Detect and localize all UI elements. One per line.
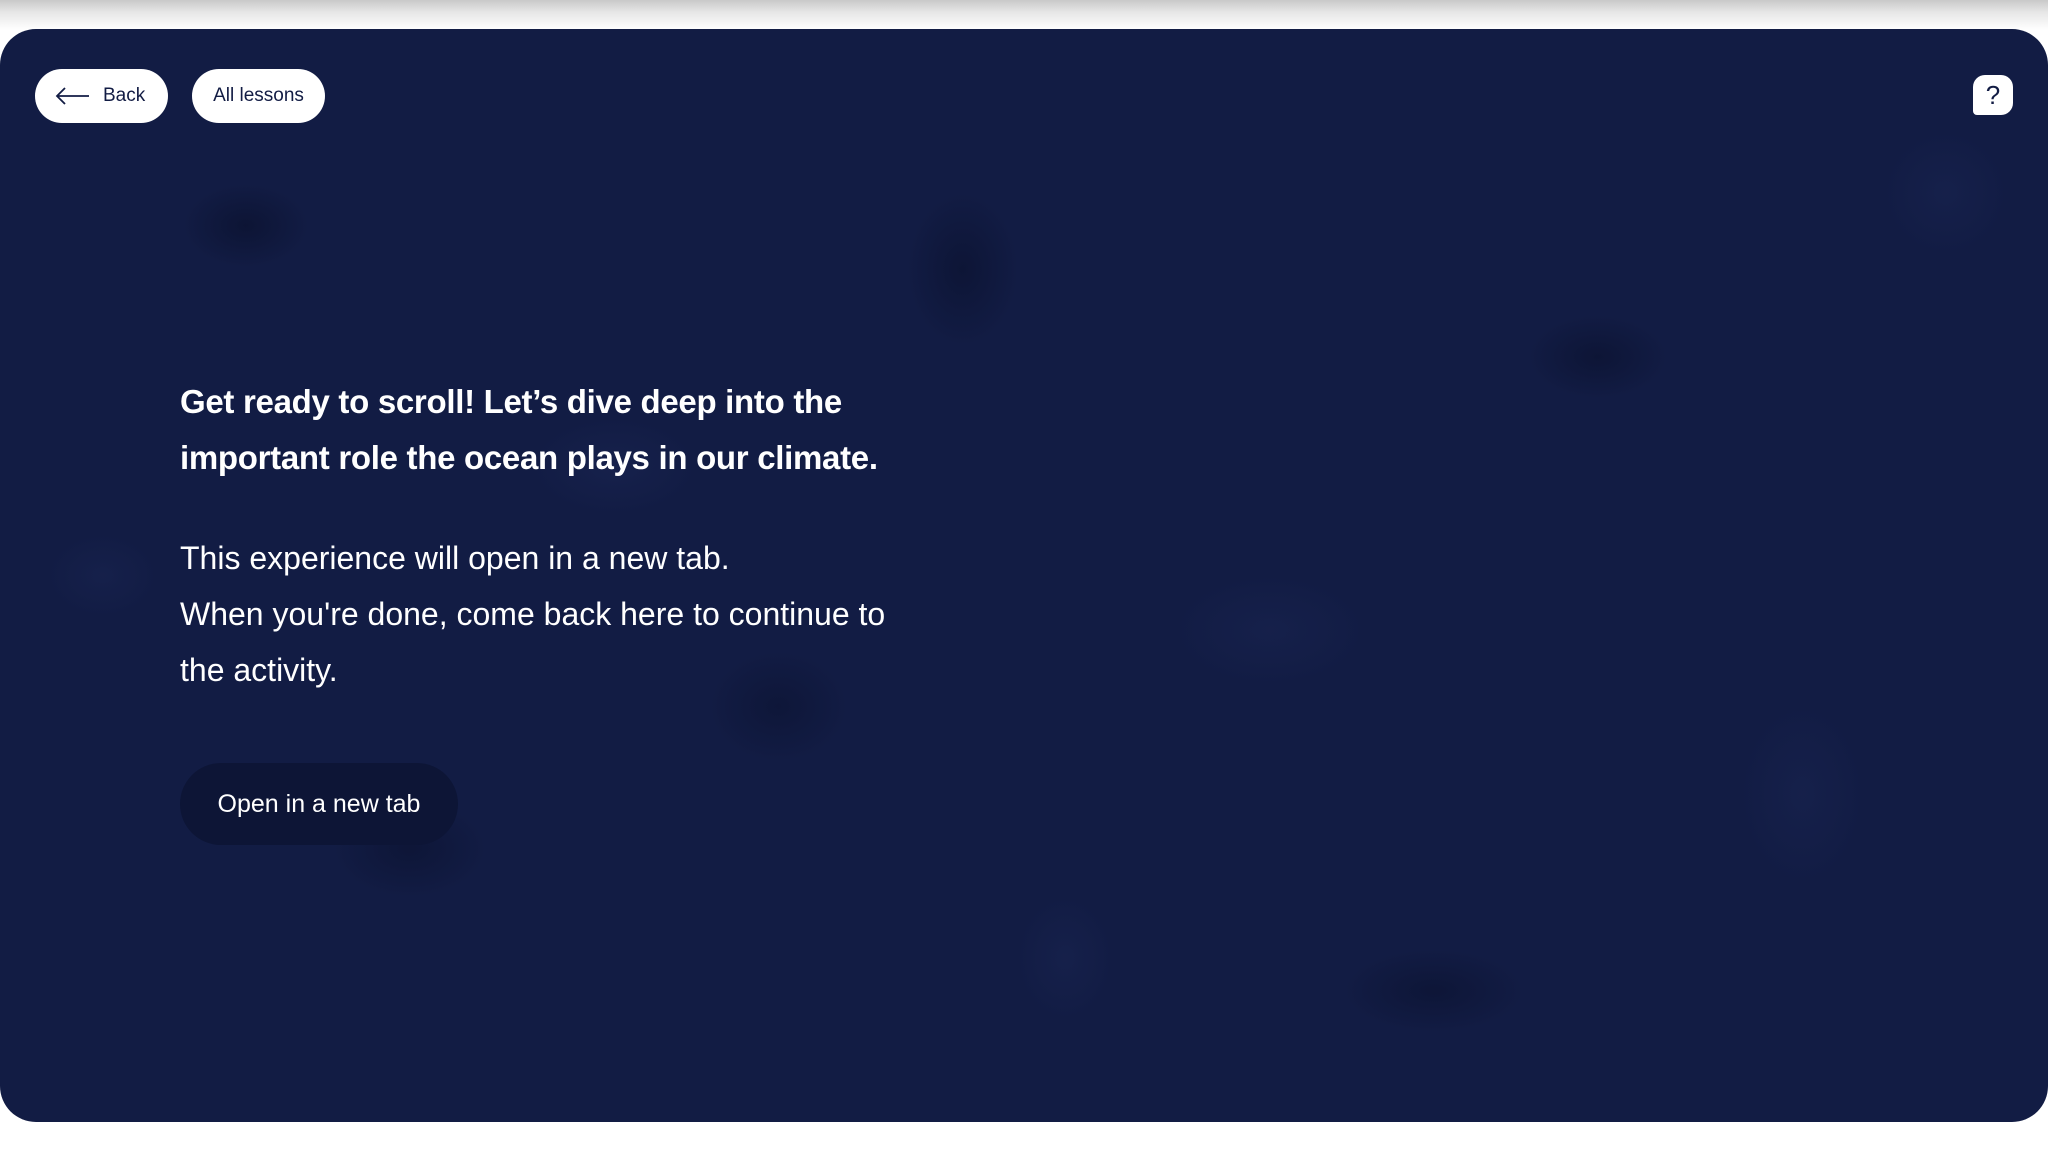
intro-content: Get ready to scroll! Let’s dive deep int… — [180, 374, 940, 698]
help-button[interactable]: ? — [1973, 75, 2013, 115]
description-line-2: When you're done, come back here to cont… — [180, 596, 886, 632]
headline: Get ready to scroll! Let’s dive deep int… — [180, 374, 940, 486]
description: This experience will open in a new tab. … — [180, 530, 940, 698]
description-line-1: This experience will open in a new tab. — [180, 540, 730, 576]
description-line-3: the activity. — [180, 652, 338, 688]
open-in-new-tab-button[interactable]: Open in a new tab — [180, 763, 458, 845]
back-button[interactable]: Back — [35, 69, 168, 123]
headline-line-1: Get ready to scroll! Let’s dive deep int… — [180, 383, 842, 420]
open-in-new-tab-label: Open in a new tab — [217, 789, 421, 818]
back-button-label: Back — [103, 85, 146, 106]
arrow-left-icon — [55, 87, 89, 105]
help-question-icon: ? — [1985, 79, 2001, 110]
headline-line-2: important role the ocean plays in our cl… — [180, 439, 878, 476]
browser-top-strip — [0, 0, 2048, 30]
lesson-panel: Back All lessons ? Get ready to scroll! … — [0, 29, 2048, 1122]
all-lessons-button[interactable]: All lessons — [192, 69, 325, 123]
all-lessons-label: All lessons — [213, 85, 304, 106]
